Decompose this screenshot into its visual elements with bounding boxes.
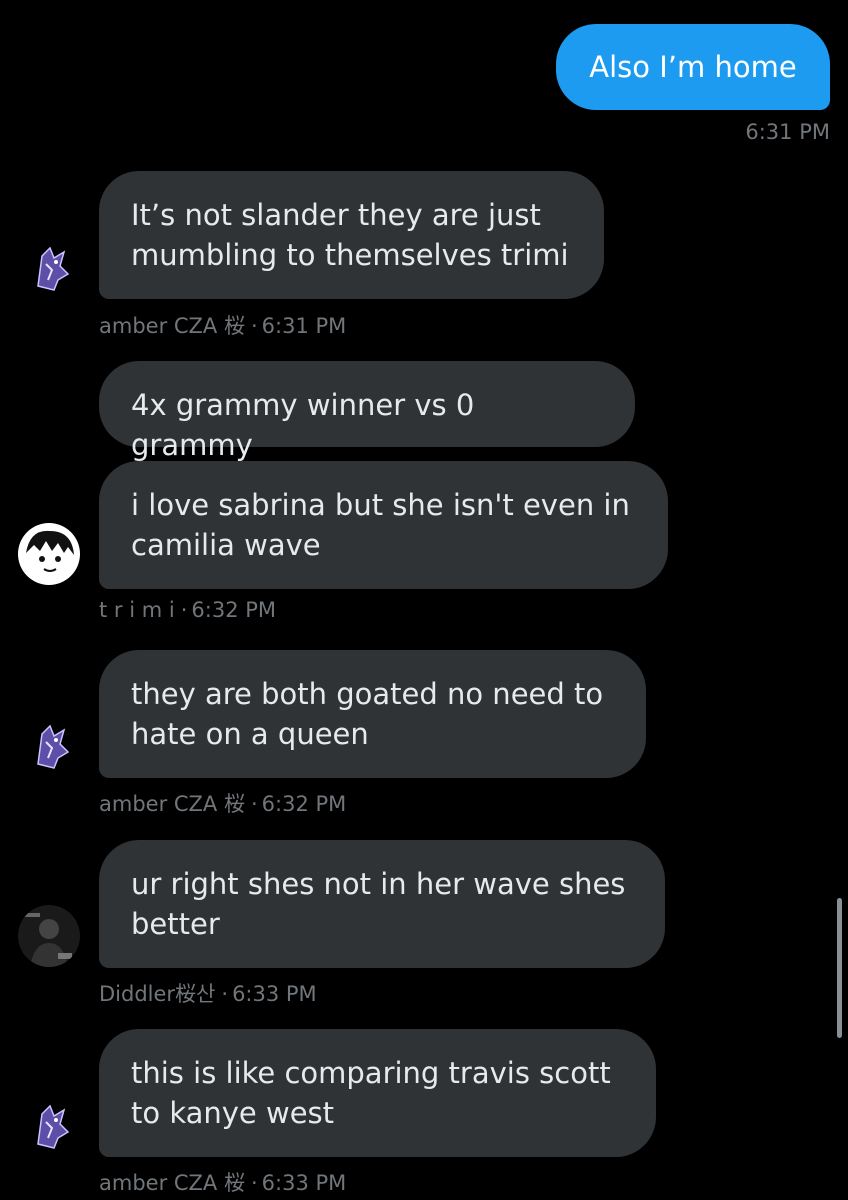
sender-name[interactable]: amber CZA 桜	[99, 1171, 245, 1195]
dragon-avatar-icon	[20, 236, 82, 298]
message-bubble[interactable]: they are both goated no need to hate on …	[99, 650, 646, 778]
avatar-trimi[interactable]	[18, 523, 80, 585]
message-time: 6:32 PM	[261, 792, 347, 816]
message-meta: amber CZA 桜 · 6:32 PM	[99, 792, 347, 816]
message-bubble[interactable]: It’s not slander they are just mumbling …	[99, 171, 604, 299]
message-bubble[interactable]: ur right shes not in her wave shes bette…	[99, 840, 665, 968]
message-meta: t r i m i · 6:32 PM	[99, 598, 277, 622]
dark-photo-avatar-icon	[18, 905, 80, 967]
message-time: 6:33 PM	[232, 982, 317, 1006]
avatar-diddler[interactable]	[18, 905, 80, 967]
sent-message-bubble[interactable]: Also I’m home	[556, 24, 830, 110]
message-bubble[interactable]: i love sabrina but she isn't even in cam…	[99, 461, 668, 589]
dragon-avatar-icon	[20, 1094, 82, 1156]
message-text: 4x grammy winner vs 0 grammy	[131, 388, 475, 462]
message-text: this is like comparing travis scott to k…	[131, 1056, 611, 1130]
message-meta: Diddler桜산 · 6:33 PM	[99, 982, 317, 1006]
avatar-amber[interactable]	[20, 714, 82, 776]
message-text: ur right shes not in her wave shes bette…	[131, 867, 626, 941]
sent-message-text: Also I’m home	[589, 50, 797, 84]
sender-name[interactable]: amber CZA 桜	[99, 314, 245, 338]
sender-name[interactable]: Diddler桜산	[99, 982, 215, 1006]
anime-avatar-icon	[18, 523, 80, 585]
sender-name[interactable]: t r i m i	[99, 598, 175, 622]
message-time: 6:32 PM	[191, 598, 277, 622]
scrollbar-thumb[interactable]	[837, 898, 842, 1038]
message-bubble[interactable]: 4x grammy winner vs 0 grammy	[99, 361, 635, 462]
avatar-amber[interactable]	[20, 236, 82, 298]
avatar-amber[interactable]	[20, 1094, 82, 1156]
dragon-avatar-icon	[20, 714, 82, 776]
sender-name[interactable]: amber CZA 桜	[99, 792, 245, 816]
message-meta: amber CZA 桜 · 6:31 PM	[99, 314, 347, 338]
message-text: they are both goated no need to hate on …	[131, 677, 604, 751]
message-text: i love sabrina but she isn't even in cam…	[131, 488, 630, 562]
message-time: 6:31 PM	[261, 314, 347, 338]
message-text: It’s not slander they are just mumbling …	[131, 198, 569, 272]
sent-message-time: 6:31 PM	[745, 120, 830, 144]
message-meta: amber CZA 桜 · 6:33 PM	[99, 1171, 347, 1195]
message-bubble[interactable]: this is like comparing travis scott to k…	[99, 1029, 656, 1157]
message-time: 6:33 PM	[261, 1171, 347, 1195]
